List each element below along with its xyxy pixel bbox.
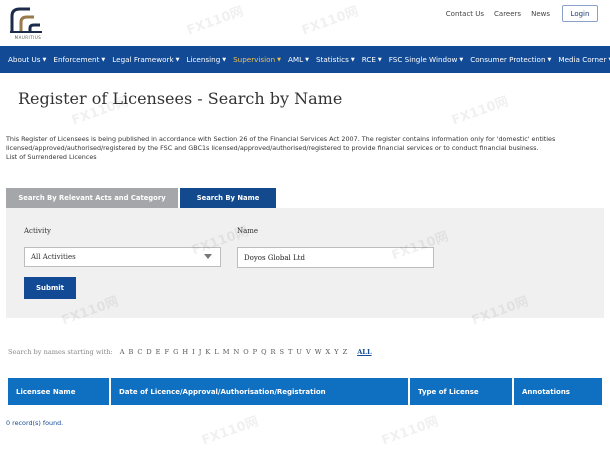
careers-link[interactable]: Careers bbox=[494, 10, 521, 18]
nav-label: Licensing bbox=[186, 55, 221, 64]
chevron-down-icon: ▼ bbox=[277, 56, 281, 63]
name-label: Name bbox=[237, 227, 259, 235]
chevron-down-icon: ▼ bbox=[305, 56, 309, 63]
nav-label: Consumer Protection bbox=[470, 55, 546, 64]
letter-link[interactable]: N bbox=[233, 348, 239, 356]
nav-label: Legal Framework bbox=[112, 55, 174, 64]
surrendered-licences-link[interactable]: List of Surrendered Licences bbox=[6, 153, 606, 162]
login-button[interactable]: Login bbox=[562, 5, 598, 22]
letter-link[interactable]: D bbox=[146, 348, 151, 356]
letter-link[interactable]: J bbox=[199, 348, 202, 356]
nav-about-us[interactable]: About Us ▼ bbox=[8, 55, 46, 64]
letter-link[interactable]: P bbox=[253, 348, 257, 356]
page-title: Register of Licensees - Search by Name bbox=[18, 89, 343, 108]
nav-supervision[interactable]: Supervision ▼ bbox=[233, 55, 281, 64]
chevron-down-icon: ▼ bbox=[222, 56, 227, 63]
letter-link[interactable]: G bbox=[173, 348, 178, 356]
nav-consumer-protection[interactable]: Consumer Protection ▼ bbox=[470, 55, 551, 64]
nav-aml[interactable]: AML ▼ bbox=[288, 55, 309, 64]
top-bar: MAURITIUS Contact Us Careers News Login bbox=[0, 0, 610, 46]
chevron-down-icon: ▼ bbox=[459, 56, 464, 63]
chevron-down-icon: ▼ bbox=[42, 56, 47, 63]
column-header-type[interactable]: Type of License bbox=[410, 378, 512, 405]
letter-link[interactable]: U bbox=[296, 348, 302, 356]
watermark: FX110网 bbox=[449, 94, 511, 129]
activity-label: Activity bbox=[24, 227, 51, 235]
logo-caption: MAURITIUS bbox=[14, 35, 42, 40]
nav-enforcement[interactable]: Enforcement ▼ bbox=[53, 55, 105, 64]
tab-search-by-acts[interactable]: Search By Relevant Acts and Category bbox=[6, 188, 178, 208]
chevron-down-icon bbox=[204, 254, 212, 259]
watermark: FX110网 bbox=[199, 414, 261, 449]
nav-rce[interactable]: RCE ▼ bbox=[362, 55, 382, 64]
column-header-licensee-name[interactable]: Licensee Name bbox=[8, 378, 109, 405]
letter-link[interactable]: M bbox=[223, 348, 230, 356]
contact-us-link[interactable]: Contact Us bbox=[446, 10, 484, 18]
nav-label: Enforcement bbox=[53, 55, 100, 64]
intro-text: This Register of Licensees is being publ… bbox=[6, 135, 606, 161]
letter-link[interactable]: O bbox=[243, 348, 248, 356]
letter-link[interactable]: B bbox=[128, 348, 133, 356]
nav-label: Media Corner bbox=[558, 55, 607, 64]
column-header-date[interactable]: Date of Licence/Approval/Authorisation/R… bbox=[111, 378, 408, 405]
fsc-logo[interactable]: MAURITIUS bbox=[8, 6, 48, 42]
watermark: FX110网 bbox=[379, 414, 441, 449]
chevron-down-icon: ▼ bbox=[350, 56, 355, 63]
nav-label: RCE bbox=[361, 55, 376, 64]
letter-link[interactable]: W bbox=[315, 348, 322, 356]
chevron-down-icon: ▼ bbox=[547, 56, 552, 63]
chevron-down-icon: ▼ bbox=[175, 56, 180, 63]
letter-link[interactable]: K bbox=[205, 348, 210, 356]
letter-link[interactable]: T bbox=[288, 348, 292, 356]
nav-fsc-single-window[interactable]: FSC Single Window ▼ bbox=[389, 55, 463, 64]
nav-label: AML bbox=[288, 55, 304, 64]
alphabet-filter: Search by names starting with: A B C D E… bbox=[8, 348, 372, 356]
letter-link[interactable]: R bbox=[271, 348, 276, 356]
submit-button[interactable]: Submit bbox=[24, 277, 76, 299]
news-link[interactable]: News bbox=[531, 10, 550, 18]
results-table-header: Licensee Name Date of Licence/Approval/A… bbox=[8, 378, 602, 405]
activity-select[interactable]: All Activities bbox=[24, 247, 221, 267]
letter-link[interactable]: S bbox=[279, 348, 284, 356]
nav-label: About Us bbox=[8, 55, 41, 64]
name-input[interactable]: Doyos Global Ltd bbox=[237, 247, 434, 268]
column-header-annotations[interactable]: Annotations bbox=[514, 378, 602, 405]
chevron-down-icon: ▼ bbox=[101, 56, 106, 63]
letter-link[interactable]: A bbox=[120, 348, 125, 356]
tab-search-by-name[interactable]: Search By Name bbox=[180, 188, 276, 208]
activity-selected-value: All Activities bbox=[31, 253, 76, 261]
alphabet-label: Search by names starting with: bbox=[8, 348, 113, 356]
nav-label: Supervision bbox=[233, 55, 276, 64]
letter-link[interactable]: X bbox=[326, 348, 331, 356]
letter-link[interactable]: Y bbox=[334, 348, 338, 356]
nav-legal-framework[interactable]: Legal Framework ▼ bbox=[112, 55, 179, 64]
main-nav: About Us ▼ Enforcement ▼ Legal Framework ▼ … bbox=[0, 46, 610, 73]
letter-link[interactable]: Z bbox=[343, 348, 348, 356]
nav-licensing[interactable]: Licensing ▼ bbox=[186, 55, 226, 64]
letter-link[interactable]: L bbox=[214, 348, 218, 356]
letter-link[interactable]: Q bbox=[261, 348, 266, 356]
letter-link[interactable]: H bbox=[182, 348, 188, 356]
letter-link[interactable]: V bbox=[306, 348, 311, 356]
nav-label: Statistics bbox=[315, 55, 349, 64]
nav-label: FSC Single Window bbox=[388, 55, 458, 64]
letter-link[interactable]: E bbox=[156, 348, 161, 356]
top-links: Contact Us Careers News Login bbox=[436, 5, 598, 22]
chevron-down-icon: ▼ bbox=[377, 56, 382, 63]
nav-statistics[interactable]: Statistics ▼ bbox=[316, 55, 355, 64]
intro-line: licensed/approved/authorised/registered … bbox=[6, 143, 539, 152]
letter-link[interactable]: I bbox=[192, 348, 195, 356]
letter-link[interactable]: C bbox=[137, 348, 142, 356]
search-panel: Activity Name All Activities Doyos Globa… bbox=[6, 208, 604, 318]
intro-line: This Register of Licensees is being publ… bbox=[6, 135, 556, 143]
search-tabs: Search By Relevant Acts and Category Sea… bbox=[6, 188, 276, 208]
all-letters-link[interactable]: ALL bbox=[357, 348, 371, 356]
nav-media-corner[interactable]: Media Corner▼ bbox=[558, 55, 610, 64]
letter-link[interactable]: F bbox=[165, 348, 170, 356]
records-count: 0 record(s) found. bbox=[6, 419, 64, 427]
logo-mark-icon bbox=[10, 7, 42, 33]
